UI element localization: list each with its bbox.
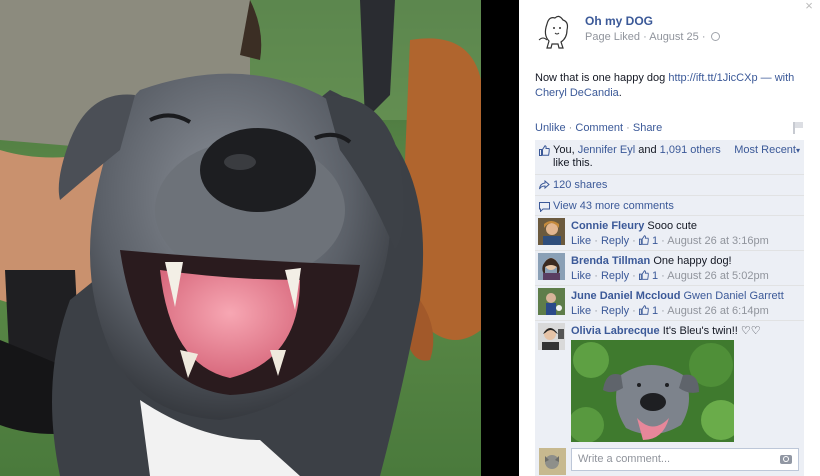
post-actions: Unlike · Comment · Share xyxy=(535,122,803,136)
comment-time[interactable]: August 26 at 6:14pm xyxy=(667,305,769,317)
dog-photo[interactable] xyxy=(0,0,481,476)
likes-others-link[interactable]: 1,091 others xyxy=(660,144,721,156)
comment-text: Sooo cute xyxy=(647,220,697,232)
unlike-button[interactable]: Unlike xyxy=(535,122,566,134)
likes-row: You, Jennifer Eyl and 1,091 others like … xyxy=(535,140,804,174)
photo-viewer xyxy=(0,0,519,476)
avatar xyxy=(539,448,566,475)
comment-tagged-name[interactable]: Gwen Daniel Garrett xyxy=(683,290,783,302)
post-header: Oh my DOG Page Liked · August 25 · xyxy=(535,12,805,56)
avatar[interactable] xyxy=(538,323,565,350)
sort-label: Most Recent xyxy=(734,144,796,156)
page-name[interactable]: Oh my DOG xyxy=(585,14,653,28)
sort-dropdown[interactable]: Most Recent▾ xyxy=(734,144,800,157)
comment-input-placeholder: Write a comment... xyxy=(578,453,671,465)
comment-like-count[interactable]: 1 xyxy=(652,270,658,282)
share-arrow-icon xyxy=(539,180,550,190)
meta-separator: · xyxy=(643,31,647,43)
page-avatar[interactable] xyxy=(535,12,575,52)
comment-like-button[interactable]: Like xyxy=(571,235,591,247)
liker-name[interactable]: Jennifer Eyl xyxy=(578,144,635,156)
action-separator: · xyxy=(626,122,630,134)
comment-meta: Like · Reply · 1 · August 26 at 3:16pm xyxy=(571,235,769,247)
thumbs-up-icon xyxy=(539,145,550,156)
comment-like-count[interactable]: 1 xyxy=(652,305,658,317)
shares-row[interactable]: 120 shares xyxy=(535,174,804,194)
post-message: Now that is one happy dog http://ift.tt/… xyxy=(535,71,803,101)
tagged-person[interactable]: Cheryl DeCandia xyxy=(535,87,619,99)
comment-item: June Daniel Mccloud Gwen Daniel Garrett … xyxy=(535,285,804,320)
comment-time[interactable]: August 26 at 3:16pm xyxy=(667,235,769,247)
more-comments-row[interactable]: View 43 more comments xyxy=(535,195,804,215)
thumbs-up-icon xyxy=(638,235,649,245)
comment-composer: Write a comment... xyxy=(535,444,804,476)
comment-body: Connie Fleury Sooo cute Like · Reply · 1… xyxy=(571,219,801,249)
comment-text: It's Bleu's twin!! ♡♡ xyxy=(662,325,761,337)
post-period: . xyxy=(618,87,622,99)
flag-icon[interactable] xyxy=(793,122,803,134)
chevron-down-icon: ▾ xyxy=(795,146,800,155)
comment-meta: Like · Reply · 1 · August 26 at 6:14pm xyxy=(571,305,769,317)
thumbs-up-icon xyxy=(638,305,649,315)
comment-body: June Daniel Mccloud Gwen Daniel Garrett … xyxy=(571,289,801,319)
camera-icon[interactable] xyxy=(780,455,792,464)
comment-item: Brenda Tillman One happy dog! Like · Rep… xyxy=(535,250,804,285)
comment-meta: Like · Reply · 1 · August 26 at 5:02pm xyxy=(571,270,769,282)
view-more-comments[interactable]: View 43 more comments xyxy=(553,200,674,212)
post-meta: Page Liked · August 25 · xyxy=(585,31,720,43)
comment-like-button[interactable]: Like xyxy=(571,305,591,317)
post-date[interactable]: August 25 xyxy=(649,31,699,43)
with-text: — with xyxy=(760,72,795,84)
avatar[interactable] xyxy=(538,288,565,315)
share-button[interactable]: Share xyxy=(633,122,662,134)
avatar[interactable] xyxy=(538,253,565,280)
action-separator: · xyxy=(568,122,573,134)
comment-reply-button[interactable]: Reply xyxy=(601,235,629,247)
comment-author[interactable]: Olivia Labrecque xyxy=(571,325,660,337)
comment-like-button[interactable]: Like xyxy=(571,270,591,282)
avatar[interactable] xyxy=(538,218,565,245)
feedback-panel: You, Jennifer Eyl and 1,091 others like … xyxy=(535,140,804,476)
comment-photo-attachment[interactable] xyxy=(571,340,734,442)
comment-body: Brenda Tillman One happy dog! Like · Rep… xyxy=(571,254,801,284)
post-link[interactable]: http://ift.tt/1JicCXp xyxy=(668,72,757,84)
thumbs-up-icon xyxy=(638,270,649,280)
page-liked-label: Page Liked xyxy=(585,31,641,43)
comment-reply-button[interactable]: Reply xyxy=(601,305,629,317)
shares-count[interactable]: 120 shares xyxy=(553,179,607,191)
likes-you: You, xyxy=(553,144,575,156)
comment-time[interactable]: August 26 at 5:02pm xyxy=(667,270,769,282)
likes-tail: like this. xyxy=(553,157,593,169)
comment-body: Olivia Labrecque It's Bleu's twin!! ♡♡ xyxy=(571,324,801,339)
comment-author[interactable]: June Daniel Mccloud xyxy=(571,290,680,302)
comment-text: One happy dog! xyxy=(653,255,732,267)
meta-separator: · xyxy=(701,31,706,43)
comment-button[interactable]: Comment xyxy=(575,122,623,134)
post-text: Now that is one happy dog xyxy=(535,72,666,84)
comment-item: Connie Fleury Sooo cute Like · Reply · 1… xyxy=(535,215,804,250)
comment-input[interactable]: Write a comment... xyxy=(571,448,799,471)
comment-bubble-icon xyxy=(539,202,550,212)
comment-author[interactable]: Brenda Tillman xyxy=(571,255,650,267)
comment-item: Olivia Labrecque It's Bleu's twin!! ♡♡ xyxy=(535,320,804,444)
comment-reply-button[interactable]: Reply xyxy=(601,270,629,282)
comment-like-count[interactable]: 1 xyxy=(652,235,658,247)
globe-icon xyxy=(710,32,720,41)
comment-author[interactable]: Connie Fleury xyxy=(571,220,644,232)
likes-and: and xyxy=(638,144,657,156)
